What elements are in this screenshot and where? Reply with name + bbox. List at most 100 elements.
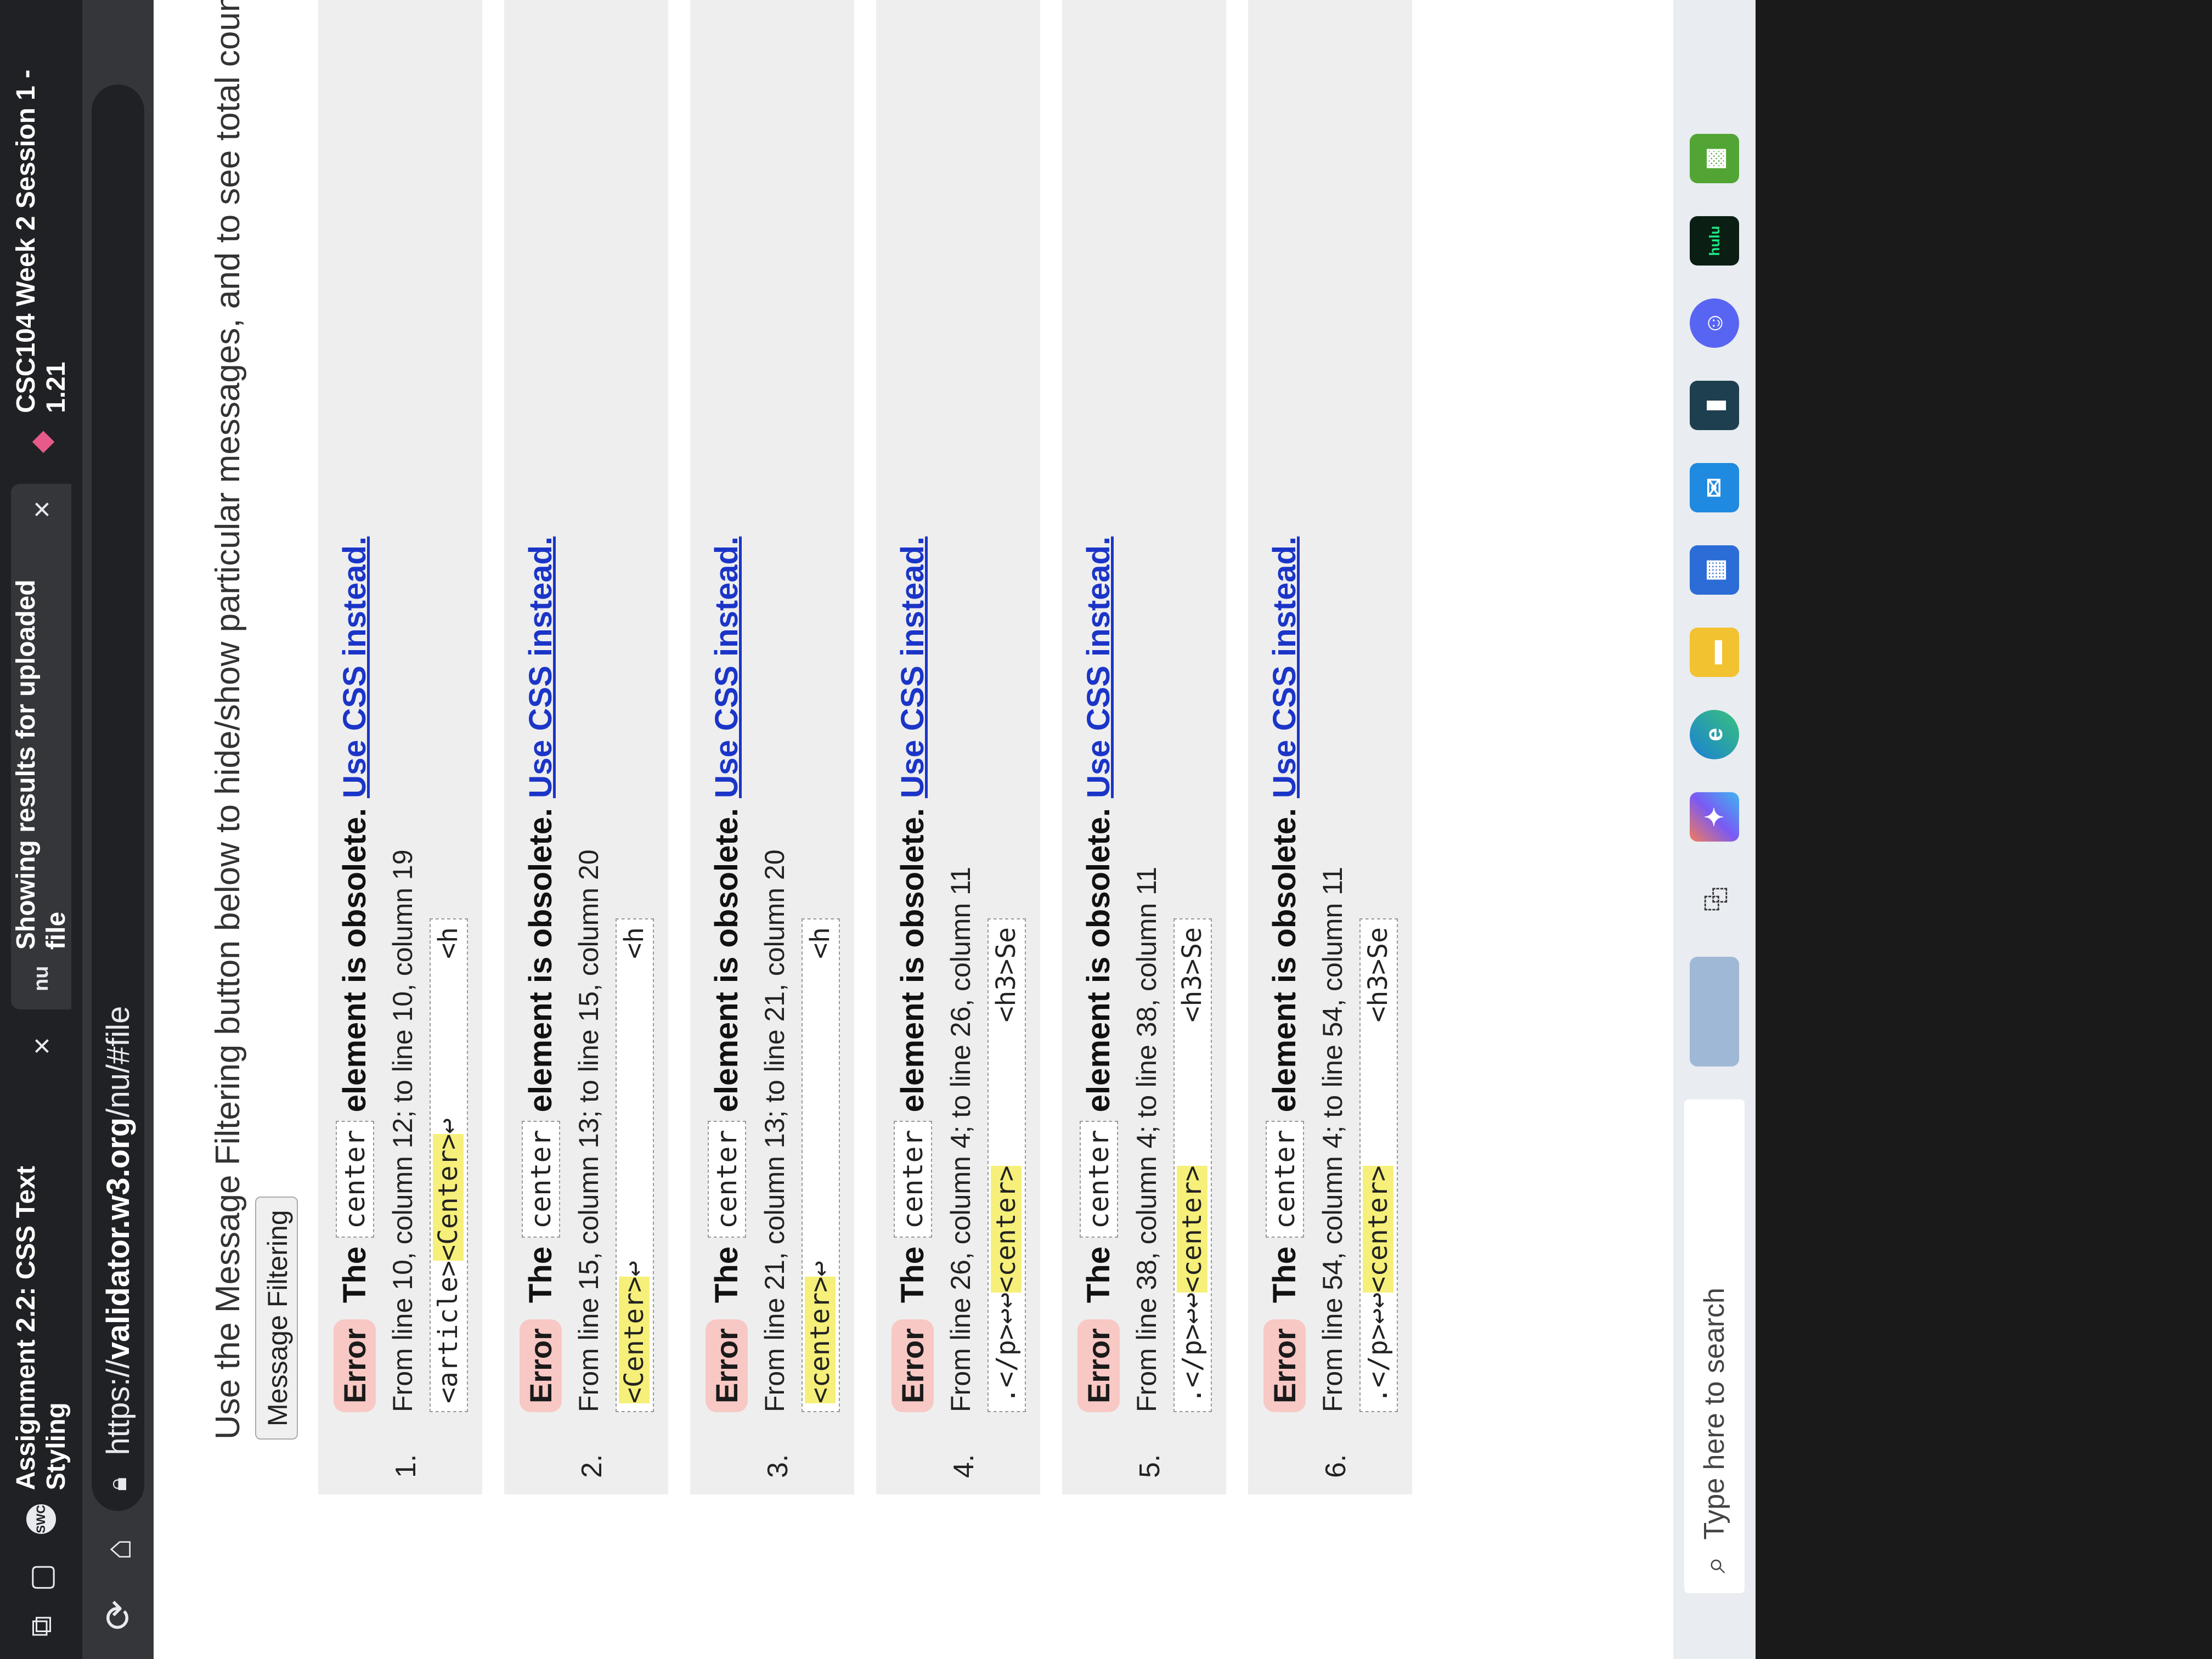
use-css-link[interactable]: Use CSS instead.	[1266, 537, 1303, 798]
file-explorer-icon[interactable]: ▬	[1690, 628, 1739, 677]
extract-highlight: <Center>	[619, 1276, 650, 1403]
error-badge: Error	[520, 1319, 562, 1412]
url-scheme: https://	[100, 1359, 136, 1455]
element-code: center	[707, 1121, 746, 1238]
message-location: From line 26, column 4; to line 26, colu…	[945, 866, 976, 1412]
error-message: 3. Error The center element is obsolete. Use …	[690, 0, 854, 1494]
message-header: Error The center element is obsolete. Use CS…	[891, 0, 934, 1412]
extract-highlight: <center>	[1363, 1165, 1393, 1293]
message-location: From line 10, column 12; to line 10, col…	[387, 849, 418, 1412]
discord-icon[interactable]: ☺	[1690, 298, 1739, 348]
page-content: Use the Message Filtering button below t…	[154, 0, 1756, 1659]
extract-highlight: <Center>	[433, 1133, 464, 1261]
message-header: Error The center element is obsolete. Use CS…	[334, 0, 376, 1412]
error-badge: Error	[1263, 1319, 1306, 1412]
extract-post: <h3>Se	[1363, 927, 1393, 1023]
message-location: From line 15, column 13; to line 15, col…	[573, 849, 604, 1412]
error-badge: Error	[706, 1319, 748, 1412]
code-extract: <center>↩ <h	[802, 918, 840, 1412]
close-icon[interactable]: ×	[24, 1037, 59, 1055]
error-message: 5. Error The center element is obsolete. Use …	[1062, 0, 1226, 1494]
workspaces-icon[interactable]: ⧉	[25, 1610, 58, 1643]
tab-title: CSC104 Week 2 Session 1 - 1.21	[12, 69, 71, 413]
tab-assignment[interactable]: SWC Assignment 2.2: CSS Text Styling ×	[11, 1020, 71, 1550]
screen: ⧉ ▢ SWC Assignment 2.2: CSS Text Styling…	[0, 0, 1756, 1659]
error-badge: Error	[891, 1319, 934, 1412]
tab-actions-icon[interactable]: ▢	[25, 1561, 58, 1594]
code-extract: .</p>↩↩<center> <h3>Se	[1173, 918, 1212, 1412]
extract-post: <h	[619, 927, 650, 959]
extract-highlight: <center>	[805, 1276, 836, 1403]
message-header: Error The center element is obsolete. Use CS…	[1263, 0, 1306, 1412]
store-icon[interactable]: ▦	[1690, 545, 1739, 595]
nu-favicon-icon: nu	[29, 966, 53, 991]
extract-newline: ↩	[805, 1260, 836, 1277]
edge-icon[interactable]: e	[1690, 710, 1739, 759]
extract-post: <h3>Se	[991, 927, 1022, 1023]
message-number: 2.	[576, 1454, 608, 1478]
extract-pre: <article>	[433, 1260, 464, 1403]
message-text-post: element is obsolete.	[523, 808, 558, 1113]
use-css-link[interactable]: Use CSS instead.	[522, 537, 559, 798]
swc-favicon-icon: SWC	[26, 1504, 56, 1534]
tab-title: Assignment 2.2: CSS Text Styling	[12, 1166, 71, 1491]
tab-validator[interactable]: nu Showing results for uploaded file ×	[11, 484, 71, 1010]
use-css-link[interactable]: Use CSS instead.	[336, 537, 373, 798]
message-text-post: element is obsolete.	[1267, 808, 1302, 1113]
home-icon[interactable]: ⌂	[96, 1527, 140, 1571]
message-text-post: element is obsolete.	[895, 808, 930, 1113]
hulu-icon[interactable]: hulu	[1690, 216, 1739, 266]
minecraft-icon[interactable]: ▩	[1690, 134, 1739, 183]
weather-widget-icon[interactable]	[1690, 957, 1739, 1066]
close-icon[interactable]: ×	[24, 500, 59, 518]
message-number: 1.	[390, 1454, 422, 1478]
use-css-link[interactable]: Use CSS instead.	[708, 537, 745, 798]
message-number: 6.	[1320, 1454, 1352, 1478]
element-code: center	[521, 1121, 560, 1238]
url-field[interactable]: 🔒︎ https://validator.w3.org/nu/#file	[92, 84, 144, 1511]
extract-pre: .</p>↩↩	[991, 1292, 1022, 1403]
message-number: 4.	[948, 1454, 980, 1478]
code-extract: .</p>↩↩<center> <h3>Se	[1359, 918, 1398, 1412]
message-header: Error The center element is obsolete. Use CS…	[1077, 0, 1120, 1412]
lock-icon[interactable]: 🔒︎	[103, 1477, 133, 1491]
reload-icon[interactable]: ⟳	[96, 1593, 140, 1637]
message-text-post: element is obsolete.	[337, 808, 373, 1113]
task-view-icon[interactable]: ⿻	[1690, 874, 1739, 924]
message-text-pre: The	[895, 1246, 930, 1304]
message-text-pre: The	[523, 1246, 558, 1304]
tab-csc104[interactable]: ◆ CSC104 Week 2 Session 1 - 1.21	[11, 0, 71, 473]
extract-pre: .</p>↩↩	[1363, 1292, 1393, 1403]
url-host: validator.w3.org	[100, 1117, 136, 1360]
use-css-link[interactable]: Use CSS instead.	[1080, 537, 1117, 798]
taskbar-search[interactable]: ⌕ Type here to search	[1684, 1099, 1745, 1593]
url-path: /nu/#file	[100, 1006, 136, 1118]
error-badge: Error	[334, 1319, 376, 1412]
intro-text: Use the Message Filtering button below t…	[209, 0, 247, 1440]
mail-icon[interactable]: ✉	[1690, 463, 1739, 512]
message-filtering-button[interactable]: Message Filtering	[255, 1197, 298, 1440]
element-code: center	[893, 1121, 932, 1238]
extract-post: <h	[433, 927, 464, 959]
error-message: 2. Error The center element is obsolete. Use …	[504, 0, 668, 1494]
error-message: 1. Error The center element is obsolete. Use …	[318, 0, 482, 1494]
extract-newline: ↩	[619, 1260, 650, 1277]
copilot-icon[interactable]: ✦	[1690, 792, 1739, 842]
error-message: 6. Error The center element is obsolete. Use …	[1248, 0, 1412, 1494]
message-text-pre: The	[1267, 1246, 1302, 1304]
message-header: Error The center element is obsolete. Use CS…	[520, 0, 562, 1412]
extract-newline: ↩	[433, 1118, 464, 1134]
message-text-pre: The	[337, 1246, 373, 1304]
message-location: From line 21, column 13; to line 21, col…	[759, 849, 790, 1412]
message-number: 5.	[1134, 1454, 1166, 1478]
use-css-link[interactable]: Use CSS instead.	[894, 537, 931, 798]
message-number: 3.	[762, 1454, 794, 1478]
terminal-icon[interactable]: ▮	[1690, 381, 1739, 430]
message-list: 1. Error The center element is obsolete. Use …	[318, 0, 1434, 1494]
error-message: 4. Error The center element is obsolete. Use …	[876, 0, 1040, 1494]
search-icon: ⌕	[1696, 1556, 1731, 1573]
taskbar: ⌕ Type here to search ⿻ ✦ e ▬ ▦ ✉ ▮ ☺ hu…	[1673, 0, 1756, 1659]
element-code: center	[1079, 1121, 1118, 1238]
message-text-pre: The	[709, 1246, 744, 1304]
tab-title: Showing results for uploaded file	[12, 579, 71, 950]
